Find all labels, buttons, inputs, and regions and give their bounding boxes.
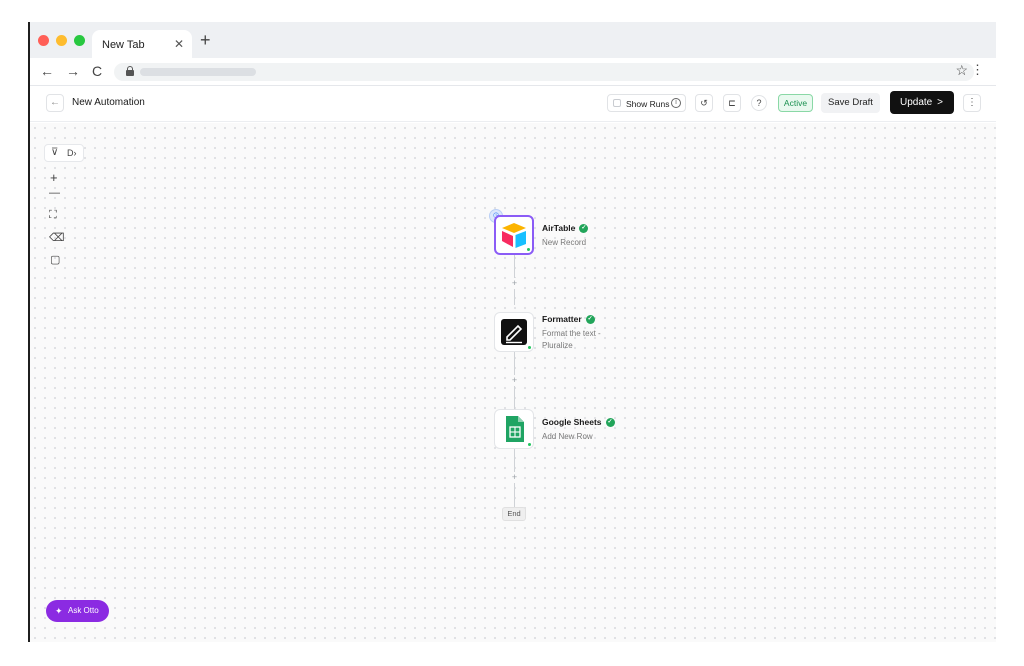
maximize-window-button[interactable] [74, 35, 85, 46]
fit-view-icon[interactable]: ⛶ [49, 209, 57, 222]
step-status-dot [526, 247, 531, 252]
more-options-icon[interactable]: ⋮ [963, 94, 981, 112]
step-subtitle: Format the text - Pluralize [542, 329, 601, 350]
success-check-icon: ✓ [579, 224, 589, 234]
help-icon[interactable]: ? [751, 95, 767, 111]
workflow-step-formatter[interactable] [494, 312, 534, 352]
step-title: Google Sheets ✓ [542, 417, 615, 428]
info-icon[interactable]: i [671, 98, 681, 108]
url-field[interactable] [114, 63, 974, 81]
window-controls [38, 35, 85, 46]
end-node[interactable]: End [502, 507, 526, 521]
chevron-right-icon: > [937, 97, 943, 108]
step-title: Formatter ✓ [542, 314, 595, 325]
workflow-step-airtable[interactable] [494, 215, 534, 255]
success-check-icon: ✓ [585, 315, 595, 325]
browser-menu-icon[interactable]: ⋮ [971, 62, 984, 78]
lock-icon [126, 66, 134, 76]
step-title: AirTable ✓ [542, 223, 589, 234]
browser-tab[interactable]: New Tab ✕ [92, 30, 192, 58]
step-title-text: Formatter [542, 314, 582, 324]
back-button[interactable]: ← [46, 94, 64, 112]
success-check-icon: ✓ [605, 418, 615, 428]
ask-otto-label: Ask Otto [68, 606, 99, 615]
browser-window: New Tab ✕ + ← → C ☆ ⋮ ← New Automation S… [28, 22, 996, 642]
save-draft-button[interactable]: Save Draft [821, 93, 880, 113]
step-status-dot [527, 345, 532, 350]
tab-close-icon[interactable]: ✕ [174, 37, 184, 51]
workflow-canvas[interactable]: ⊽ D› + — ⛶ ⌫ ▢ + + + ◷ AirTable✓ New Rec… [30, 123, 996, 642]
automation-header: ← New Automation Show Runs i ↺ ⊏ ? Activ… [30, 86, 996, 122]
note-icon[interactable]: ▢ [50, 253, 60, 266]
zoom-in-icon[interactable]: + [50, 170, 58, 185]
canvas-toolbox: ⊽ D› [44, 144, 84, 162]
sparkle-icon: ✦ [55, 606, 63, 616]
reload-icon[interactable]: C [92, 63, 102, 79]
step-subtitle: Add New Row [542, 432, 593, 441]
filter-icon[interactable]: ⊽ [51, 147, 58, 158]
step-title-text: Google Sheets [542, 417, 602, 427]
url-placeholder [140, 68, 256, 76]
forward-arrow-icon[interactable]: → [66, 63, 80, 79]
show-runs-label: Show Runs [626, 99, 670, 109]
back-arrow-icon[interactable]: ← [40, 63, 54, 79]
bookmark-star-icon[interactable]: ☆ [955, 62, 968, 79]
new-tab-button[interactable]: + [200, 30, 211, 51]
step-status-dot [527, 442, 532, 447]
eraser-icon[interactable]: ⌫ [49, 231, 65, 244]
structure-icon[interactable]: ⊏ [723, 94, 741, 112]
add-step-button[interactable]: + [509, 375, 520, 386]
tab-title: New Tab [102, 39, 145, 51]
status-badge[interactable]: Active [778, 94, 813, 112]
history-icon[interactable]: ↺ [695, 94, 713, 112]
workflow-step-google-sheets[interactable] [494, 409, 534, 449]
update-button[interactable]: Update > [890, 91, 954, 114]
tab-bar: New Tab ✕ + [30, 22, 996, 58]
close-window-button[interactable] [38, 35, 49, 46]
address-bar: ← → C ☆ ⋮ [30, 58, 996, 86]
step-title-text: AirTable [542, 223, 576, 233]
ask-otto-button[interactable]: ✦ Ask Otto [46, 600, 109, 622]
add-step-button[interactable]: + [509, 278, 520, 289]
zoom-out-icon[interactable]: — [49, 187, 60, 199]
show-runs-toggle[interactable]: Show Runs i [607, 94, 686, 112]
update-label: Update [900, 97, 933, 108]
page-title: New Automation [72, 97, 145, 108]
panel-toggle-icon[interactable]: D› [67, 148, 77, 158]
show-runs-checkbox[interactable] [613, 99, 621, 107]
step-subtitle: New Record [542, 238, 587, 247]
minimize-window-button[interactable] [56, 35, 67, 46]
add-step-button[interactable]: + [509, 472, 520, 483]
